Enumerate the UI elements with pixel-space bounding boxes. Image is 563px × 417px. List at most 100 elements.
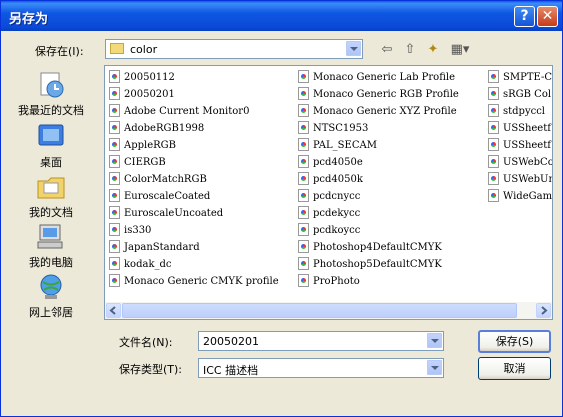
place-desktop[interactable]: 桌面 — [5, 121, 97, 171]
file-name: SMPTE-C — [503, 72, 553, 83]
file-item[interactable]: ColorMatchRGB — [109, 171, 207, 188]
view-menu-icon[interactable]: ▦▾ — [448, 41, 472, 59]
file-name: sRGB Col — [503, 89, 552, 100]
current-folder: color — [130, 43, 158, 56]
file-name: pcdkoycc — [313, 225, 361, 236]
file-item[interactable]: Adobe Current Monitor0 — [109, 103, 249, 120]
file-name: WideGamu — [503, 191, 553, 202]
file-item[interactable]: WideGamu — [488, 188, 553, 205]
file-item[interactable]: pcd4050k — [298, 171, 363, 188]
horizontal-scrollbar[interactable] — [105, 302, 552, 319]
back-icon[interactable]: ⇦ — [378, 41, 396, 59]
file-item[interactable]: AppleRGB — [109, 137, 176, 154]
file-item[interactable]: JapanStandard — [109, 239, 200, 256]
file-item[interactable]: 20050201 — [109, 86, 175, 103]
save-in-label: 保存在(I): — [35, 45, 84, 58]
place-network[interactable]: 网上邻居 — [5, 271, 97, 321]
file-name: Adobe Current Monitor0 — [124, 106, 250, 117]
icc-file-icon — [298, 121, 309, 134]
file-item[interactable]: AdobeRGB1998 — [109, 120, 204, 137]
icc-file-icon — [109, 172, 120, 185]
cancel-button[interactable]: 取消 — [478, 357, 551, 380]
file-item[interactable]: USSheetf — [488, 120, 551, 137]
file-item[interactable]: pcdcnycc — [298, 188, 360, 205]
filename-label: 文件名(N): — [119, 336, 173, 349]
file-item[interactable]: Photoshop5DefaultCMYK — [298, 256, 442, 273]
file-item[interactable]: pcdekycc — [298, 205, 360, 222]
filetype-select[interactable]: ICC 描述档 — [198, 358, 444, 378]
save-in-combo[interactable]: color — [105, 39, 363, 59]
file-item[interactable]: USSheetf — [488, 137, 551, 154]
icc-file-icon — [109, 257, 120, 270]
file-item[interactable]: EuroscaleUncoated — [109, 205, 223, 222]
file-list[interactable]: 20050112 20050201 Adobe Current Monitor0 Ad… — [104, 65, 553, 320]
icc-file-icon — [488, 155, 499, 168]
file-item[interactable]: pcd4050e — [298, 154, 363, 171]
close-button[interactable]: ✕ — [537, 6, 558, 27]
save-button[interactable]: 保存(S) — [478, 330, 551, 353]
icc-file-icon — [488, 104, 499, 117]
filename-field[interactable]: 20050201 — [198, 331, 444, 351]
icc-file-icon — [109, 104, 120, 117]
file-name: EuroscaleCoated — [124, 191, 211, 202]
file-item[interactable]: ProPhoto — [298, 273, 360, 290]
file-item[interactable]: Monaco Generic Lab Profile — [298, 69, 455, 86]
new-folder-icon[interactable]: ✦ — [424, 41, 442, 59]
file-item[interactable]: pcdkoycc — [298, 222, 360, 239]
scroll-left-button[interactable] — [106, 303, 121, 318]
filename-value: 20050201 — [203, 335, 259, 348]
file-name: EuroscaleUncoated — [124, 208, 224, 219]
file-name: pcdekycc — [313, 208, 361, 219]
icc-file-icon — [488, 87, 499, 100]
file-name: pcdcnycc — [313, 191, 361, 202]
chevron-down-icon[interactable] — [427, 360, 442, 375]
file-name: ProPhoto — [313, 276, 360, 287]
file-item[interactable]: NTSC1953 — [298, 120, 368, 137]
file-item[interactable]: USWebCoa — [488, 154, 552, 171]
file-name: Monaco Generic RGB Profile — [313, 89, 459, 100]
file-item[interactable]: Monaco Generic XYZ Profile — [298, 103, 457, 120]
file-item[interactable]: EuroscaleCoated — [109, 188, 210, 205]
file-item[interactable]: PAL_SECAM — [298, 137, 377, 154]
place-label: 我的文档 — [29, 206, 73, 219]
my-documents-icon — [35, 173, 67, 201]
icc-file-icon — [298, 240, 309, 253]
file-name: 20050112 — [124, 72, 175, 83]
file-item[interactable]: 20050112 — [109, 69, 175, 86]
file-name: pcd4050e — [313, 157, 363, 168]
icc-file-icon — [109, 206, 120, 219]
places-bar: 我最近的文档 桌面 我的文档 我的电脑 网上邻居 — [5, 65, 97, 327]
icc-file-icon — [298, 138, 309, 151]
help-button[interactable]: ? — [514, 6, 535, 27]
file-item[interactable]: Monaco Generic CMYK profile — [109, 273, 279, 290]
scroll-right-button[interactable] — [536, 303, 551, 318]
icc-file-icon — [109, 138, 120, 151]
file-item[interactable]: sRGB Col — [488, 86, 551, 103]
file-name: USSheetf — [503, 140, 551, 151]
place-my-documents[interactable]: 我的文档 — [5, 171, 97, 221]
icc-file-icon — [298, 189, 309, 202]
chevron-down-icon[interactable] — [346, 41, 361, 56]
network-places-icon — [35, 273, 67, 301]
place-recent[interactable]: 我最近的文档 — [5, 69, 97, 119]
file-item[interactable]: CIERGB — [109, 154, 166, 171]
place-my-computer[interactable]: 我的电脑 — [5, 221, 97, 271]
file-name: AdobeRGB1998 — [124, 123, 205, 134]
icc-file-icon — [298, 223, 309, 236]
scroll-thumb[interactable] — [122, 303, 517, 318]
file-item[interactable]: Photoshop4DefaultCMYK — [298, 239, 442, 256]
chevron-down-icon[interactable] — [427, 333, 442, 348]
icc-file-icon — [298, 257, 309, 270]
icc-file-icon — [488, 189, 499, 202]
file-item[interactable]: USWebUnc — [488, 171, 552, 188]
icc-file-icon — [488, 121, 499, 134]
up-folder-icon[interactable]: ⇧ — [401, 41, 419, 59]
file-item[interactable]: SMPTE-C — [488, 69, 552, 86]
file-name: is330 — [124, 225, 152, 236]
file-name: USWebCoa — [503, 157, 552, 168]
file-item[interactable]: stdpyccl — [488, 103, 545, 120]
file-item[interactable]: is330 — [109, 222, 151, 239]
icc-file-icon — [109, 121, 120, 134]
file-item[interactable]: Monaco Generic RGB Profile — [298, 86, 459, 103]
file-item[interactable]: kodak_dc — [109, 256, 172, 273]
